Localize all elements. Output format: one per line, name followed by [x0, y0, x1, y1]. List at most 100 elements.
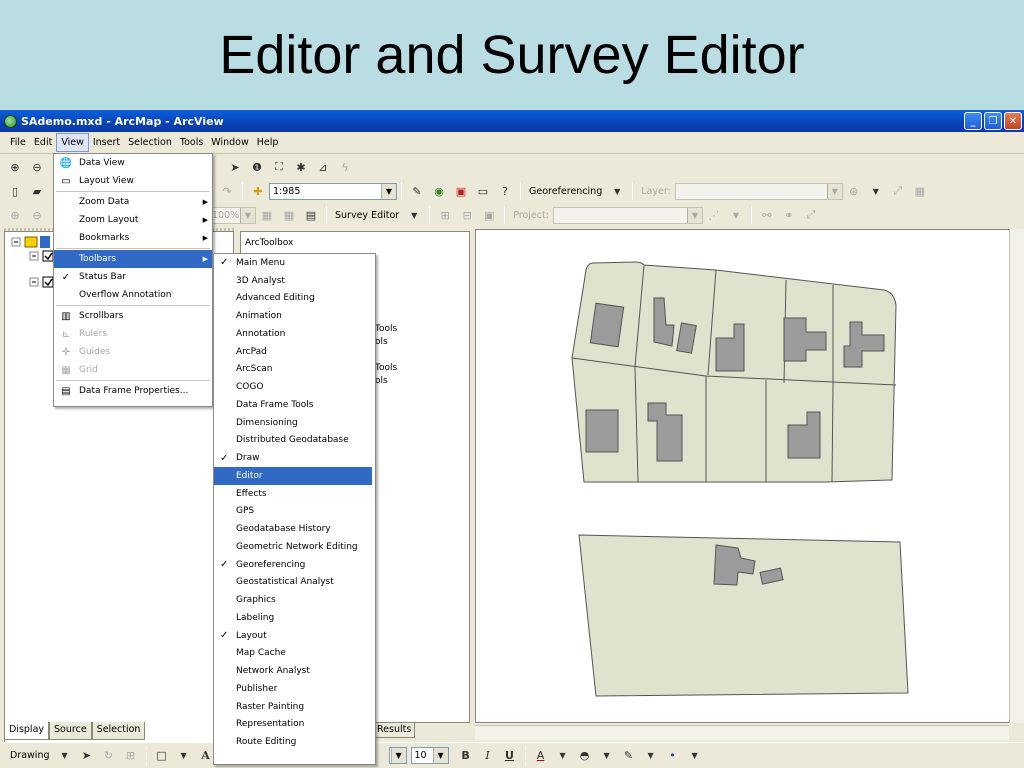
- whats-this-icon[interactable]: ?: [496, 182, 514, 200]
- chevron-down-icon[interactable]: ▼: [727, 206, 745, 224]
- menu-item-status-bar[interactable]: ✓ Status Bar: [54, 268, 212, 286]
- go-to-xy-icon[interactable]: ✱: [292, 158, 310, 176]
- zoom-out-icon[interactable]: ⊖: [28, 158, 46, 176]
- chevron-down-icon[interactable]: ▼: [598, 747, 616, 765]
- menu-item-guides[interactable]: ✛ Guides: [54, 343, 212, 361]
- font-size-combo[interactable]: 10 ▼: [410, 747, 449, 764]
- map-view[interactable]: [475, 229, 1011, 723]
- toolbar-item-arcscan[interactable]: ArcScan: [214, 361, 375, 379]
- chevron-down-icon[interactable]: ▼: [642, 747, 660, 765]
- zoom-to-selected-icon[interactable]: ⊞: [122, 747, 140, 765]
- layer-combo[interactable]: ▼: [674, 182, 843, 200]
- map-vertical-scrollbar[interactable]: [1009, 229, 1024, 723]
- toolbar-item-animation[interactable]: Animation: [214, 307, 375, 325]
- toolbar-item-graphics[interactable]: Graphics: [214, 591, 375, 609]
- add-data-icon[interactable]: ✚: [249, 182, 267, 200]
- menu-item-toolbars[interactable]: Toolbars ▶: [54, 250, 212, 268]
- georeferencing-menu[interactable]: Georeferencing: [525, 186, 606, 197]
- join-icon[interactable]: ⚭: [780, 206, 798, 224]
- toolbar-item-representation[interactable]: Representation: [214, 716, 375, 734]
- zoom-in-icon[interactable]: ⊕: [6, 158, 24, 176]
- layout-zoom-in-icon[interactable]: ⊕: [6, 206, 24, 224]
- arctoolbox-icon[interactable]: ▣: [452, 182, 470, 200]
- toolbar-item-raster-painting[interactable]: Raster Painting: [214, 698, 375, 716]
- map-horizontal-scrollbar[interactable]: [475, 725, 1009, 740]
- survey-explorer-icon[interactable]: ⊟: [458, 206, 476, 224]
- change-layout-icon[interactable]: ▤: [302, 206, 320, 224]
- edit-sketch-icon[interactable]: ⤢: [802, 206, 820, 224]
- survey-settings-icon[interactable]: ▣: [480, 206, 498, 224]
- toolbar-item-labeling[interactable]: Labeling: [214, 609, 375, 627]
- toolbar-item-cogo[interactable]: COGO: [214, 378, 375, 396]
- menu-item-grid[interactable]: ▦ Grid: [54, 361, 212, 379]
- link-icon[interactable]: ⚯: [758, 206, 776, 224]
- rotate-icon[interactable]: ⊛: [845, 182, 863, 200]
- menu-item-overflow-annotation[interactable]: Overflow Annotation: [54, 286, 212, 304]
- bold-button[interactable]: B: [457, 747, 475, 765]
- select-elements-icon[interactable]: ➤: [78, 747, 96, 765]
- project-combo[interactable]: ▼: [552, 206, 703, 224]
- marker-color-icon[interactable]: •: [664, 747, 682, 765]
- tab-source[interactable]: Source: [49, 722, 92, 740]
- arccatalog-icon[interactable]: ◉: [430, 182, 448, 200]
- menu-view[interactable]: View: [56, 133, 89, 152]
- chevron-down-icon[interactable]: ▼: [608, 182, 626, 200]
- toolbar-item-geometric-network-editing[interactable]: Geometric Network Editing: [214, 538, 375, 556]
- toolbar-item-geostatistical-analyst[interactable]: Geostatistical Analyst: [214, 574, 375, 592]
- chevron-down-icon[interactable]: ▼: [405, 206, 423, 224]
- menu-selection[interactable]: Selection: [124, 134, 176, 151]
- menu-window[interactable]: Window: [207, 134, 252, 151]
- toolbar-item-route-editing[interactable]: Route Editing: [214, 733, 375, 751]
- menu-help[interactable]: Help: [253, 134, 283, 151]
- font-color-button[interactable]: A: [532, 747, 550, 765]
- menu-item-data-view[interactable]: 🌐 Data View: [54, 154, 212, 172]
- tab-selection[interactable]: Selection: [91, 722, 146, 740]
- toolbar-item-editor[interactable]: Editor: [214, 467, 372, 485]
- chevron-down-icon[interactable]: ▼: [867, 182, 885, 200]
- toolbar-item-dimensioning[interactable]: Dimensioning: [214, 414, 375, 432]
- toolbar-item-effects[interactable]: Effects: [214, 485, 375, 503]
- redo-icon[interactable]: ↷: [218, 182, 236, 200]
- menu-tools[interactable]: Tools: [176, 134, 207, 151]
- tab-display[interactable]: Display: [4, 722, 50, 740]
- toolbar-item-draw[interactable]: ✓ Draw: [214, 449, 375, 467]
- minimize-button[interactable]: _: [964, 112, 982, 130]
- survey-tool-icon[interactable]: ⊞: [436, 206, 454, 224]
- menu-item-layout-view[interactable]: ▭ Layout View: [54, 172, 212, 190]
- identify-icon[interactable]: ❶: [248, 158, 266, 176]
- font-combo[interactable]: ▼: [388, 747, 407, 764]
- toolbar-item-georeferencing[interactable]: ✓ Georeferencing: [214, 556, 375, 574]
- survey-editor-menu[interactable]: Survey Editor: [331, 210, 403, 221]
- measure-icon[interactable]: ⊿: [314, 158, 332, 176]
- menu-file[interactable]: File: [6, 134, 30, 151]
- hyperlink-icon[interactable]: ϟ: [336, 158, 354, 176]
- toolbar-item-annotation[interactable]: Annotation: [214, 325, 375, 343]
- chevron-down-icon[interactable]: ▼: [175, 747, 193, 765]
- link-table-icon[interactable]: ▦: [911, 182, 929, 200]
- toolbar-item-3d-analyst[interactable]: 3D Analyst: [214, 272, 375, 290]
- menu-item-rulers[interactable]: ⊾ Rulers: [54, 325, 212, 343]
- focus-data-frame-icon[interactable]: ▦: [280, 206, 298, 224]
- toolbar-item-geodatabase-history[interactable]: Geodatabase History: [214, 520, 375, 538]
- map-scale-combo[interactable]: 1:985 ▼: [269, 182, 397, 200]
- menu-item-bookmarks[interactable]: Bookmarks ▶: [54, 229, 212, 247]
- restore-button[interactable]: ❐: [984, 112, 1002, 130]
- toggle-draft-icon[interactable]: ▦: [258, 206, 276, 224]
- menu-item-zoom-data[interactable]: Zoom Data ▶: [54, 193, 212, 211]
- menu-insert[interactable]: Insert: [89, 134, 124, 151]
- rotate-icon[interactable]: ↻: [100, 747, 118, 765]
- toolbar-item-gps[interactable]: GPS: [214, 503, 375, 521]
- menu-item-scrollbars[interactable]: ▥ Scrollbars: [54, 307, 212, 325]
- toolbar-item-distributed-geodatabase[interactable]: Distributed Geodatabase: [214, 432, 375, 450]
- toolbar-item-publisher[interactable]: Publisher: [214, 680, 375, 698]
- close-button[interactable]: ✕: [1004, 112, 1022, 130]
- toolbar-item-main-menu[interactable]: ✓ Main Menu: [214, 254, 375, 272]
- line-color-icon[interactable]: ✎: [620, 747, 638, 765]
- menu-edit[interactable]: Edit: [30, 134, 56, 151]
- tab-results[interactable]: Results: [373, 722, 416, 738]
- survey-points-icon[interactable]: ⋰: [705, 206, 723, 224]
- window-titlebar[interactable]: SAdemo.mxd - ArcMap - ArcView _ ❐ ✕: [0, 110, 1024, 132]
- toolbar-item-arcpad[interactable]: ArcPad: [214, 343, 375, 361]
- add-control-points-icon[interactable]: ⤢: [889, 182, 907, 200]
- chevron-down-icon[interactable]: ▼: [554, 747, 572, 765]
